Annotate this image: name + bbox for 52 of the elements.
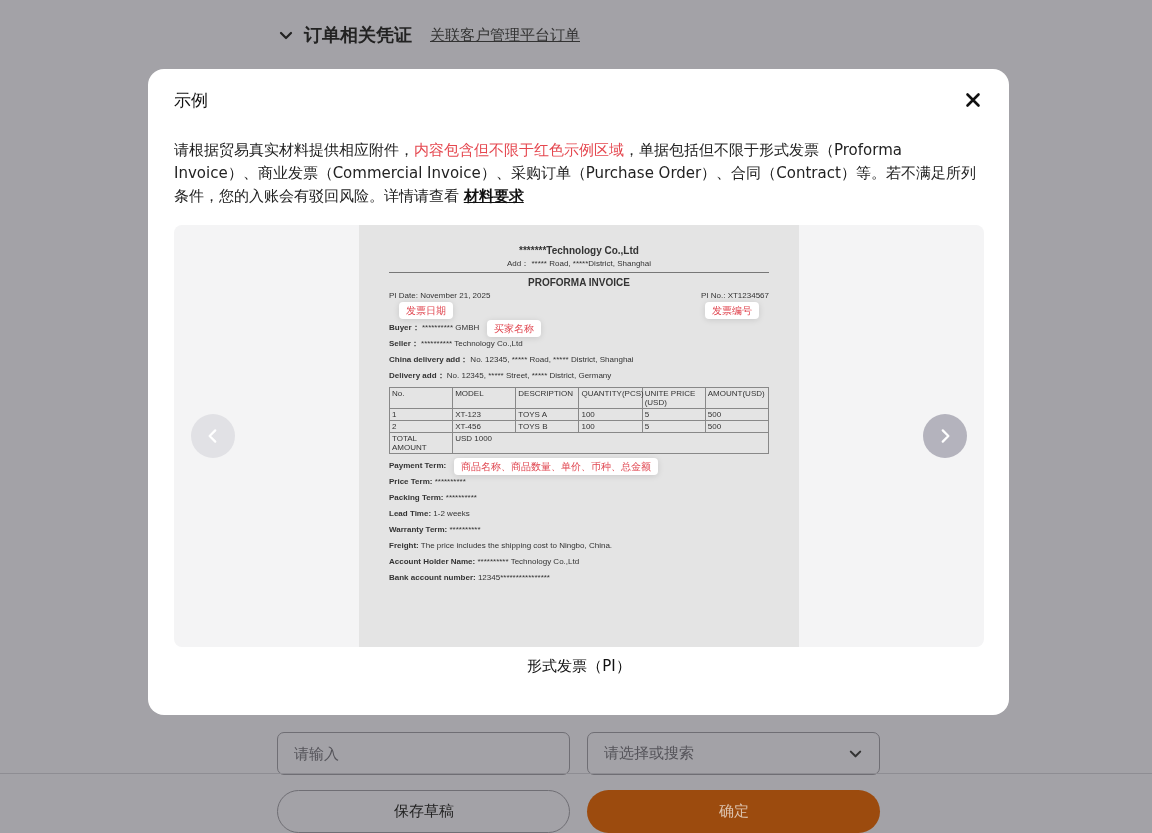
- table-cell: 5: [642, 408, 706, 421]
- link-orders[interactable]: 关联客户管理平台订单: [430, 25, 580, 45]
- invoice-line: Packing Term: **********: [389, 493, 477, 503]
- invoice-date: PI Date: November 21, 2025: [389, 291, 491, 300]
- table-cell: TOYS A: [515, 408, 579, 421]
- dialog-title: 示例: [174, 88, 208, 112]
- invoice-line: Seller： ********** Technology Co.,Ltd: [389, 339, 523, 349]
- table-cell: 1: [389, 408, 453, 421]
- table-cell: 500: [705, 420, 769, 433]
- table-cell: 100: [578, 420, 643, 433]
- table-cell: 100: [578, 408, 643, 421]
- document-caption: 形式发票（PI）: [526, 657, 632, 676]
- select-field[interactable]: 请选择或搜索: [587, 732, 880, 775]
- company-address: Add： ***** Road, *****District, Shanghai: [389, 258, 769, 273]
- next-button[interactable]: [923, 414, 967, 458]
- material-requirements-link[interactable]: 材料要求: [463, 187, 524, 205]
- invoice-line: Account Holder Name: ********** Technology Co.,Ltd: [389, 557, 580, 567]
- table-header: QUANTITY(PCS): [578, 387, 643, 409]
- table-header: DESCRIPTION: [515, 387, 579, 409]
- invoice-line: Payment Term:: [389, 461, 447, 471]
- table-header: UNITE PRICE (USD): [642, 387, 706, 409]
- annotation-tag: 商品名称、商品数量、单价、币种、总金额: [454, 457, 659, 475]
- annotation-tag: 发票日期: [399, 301, 453, 319]
- invoice-line: Freight: The price includes the shipping cost to Ningbo, China.: [389, 541, 613, 551]
- close-icon[interactable]: [965, 92, 981, 108]
- invoice-line: Price Term: **********: [389, 477, 466, 487]
- confirm-button[interactable]: 确定: [587, 790, 880, 833]
- annotation-tag: 发票编号: [705, 301, 759, 319]
- table-cell: TOTAL AMOUNT: [389, 432, 453, 454]
- invoice-number: PI No.: XT1234567: [700, 291, 769, 300]
- invoice-line: Warranty Term: **********: [389, 525, 481, 535]
- text-input-field[interactable]: 请输入: [277, 732, 570, 775]
- annotation-tag: 买家名称: [487, 319, 542, 337]
- invoice-line: Delivery add： No. 12345, ***** Street, ***** District, Germany: [389, 371, 612, 381]
- invoice-line: Bank account number: 12345****************: [389, 573, 550, 583]
- table-cell: USD 1000: [452, 432, 769, 454]
- company-name: *******Technology Co.,Ltd: [518, 245, 640, 256]
- table-cell: 500: [705, 408, 769, 421]
- table-cell: 2: [389, 420, 453, 433]
- table-header: AMOUNT(USD): [705, 387, 769, 409]
- table-cell: XT-123: [452, 408, 516, 421]
- section-title: 订单相关凭证: [304, 23, 412, 47]
- table-cell: 5: [642, 420, 706, 433]
- invoice-line: Lead Time: 1-2 weeks: [389, 509, 470, 519]
- table-cell: TOYS B: [515, 420, 579, 433]
- table-header: No.: [389, 387, 453, 409]
- instruction-text: 请根据贸易真实材料提供相应附件，内容包含但不限于红色示例区域，单据包括但不限于形式发票（Proforma Invoice）、商业发票（Commercial Invoice）、采购订单（Purchase Order）、合同（Contract）等。若不满足所列条件，您的入账会有驳回风险。详情请查看 材料要求: [174, 140, 977, 207]
- table-header: MODEL: [452, 387, 516, 409]
- invoice-title: PROFORMA INVOICE: [527, 277, 631, 288]
- invoice-line: China delivery add： No. 12345, ***** Road, ***** District, Shanghai: [389, 355, 634, 365]
- table-cell: XT-456: [452, 420, 516, 433]
- invoice-line: Buyer： ********** GMBH: [389, 323, 480, 333]
